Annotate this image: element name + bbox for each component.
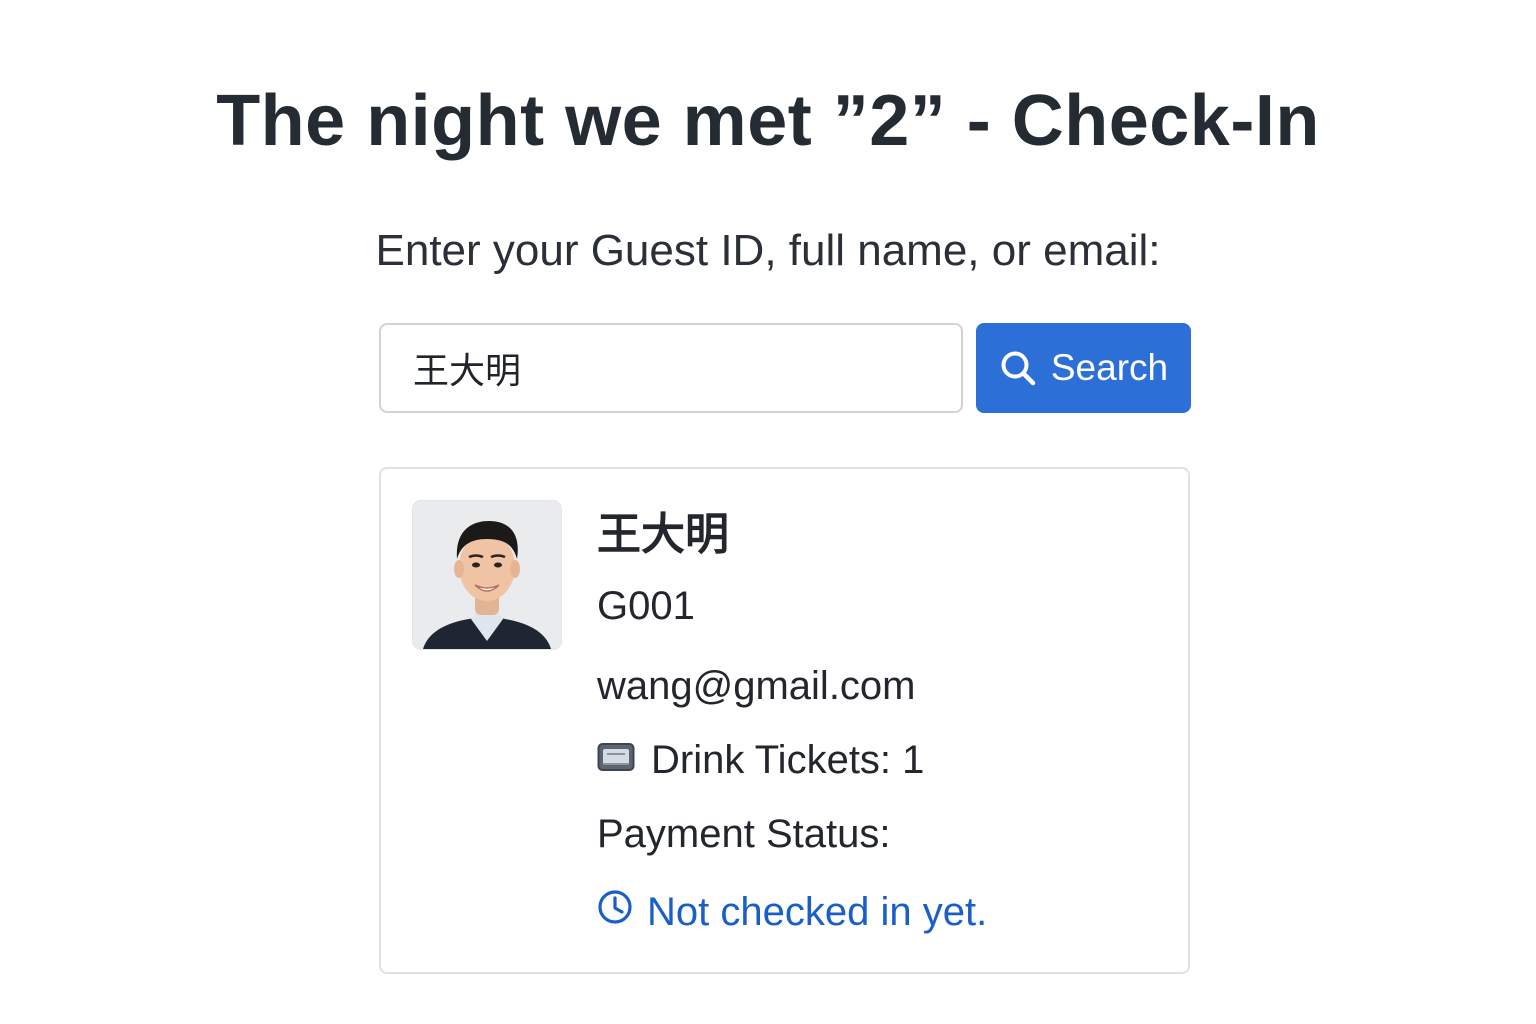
guest-name: 王大明: [597, 509, 729, 560]
guest-card: 王大明 G001 wang@gmail.com Drink Tickets: 1…: [379, 467, 1190, 974]
clock-icon: [597, 887, 633, 937]
ticket-icon: [597, 735, 635, 785]
page-title: The night we met ”2” - Check-In: [216, 81, 1320, 161]
drink-tickets: Drink Tickets: 1: [597, 735, 924, 785]
search-input[interactable]: [379, 323, 963, 413]
search-button[interactable]: Search: [976, 323, 1191, 413]
status-text: Not checked in yet.: [647, 890, 988, 934]
avatar: [413, 501, 561, 649]
guest-email: wang@gmail.com: [597, 664, 916, 708]
search-prompt: Enter your Guest ID, full name, or email…: [375, 226, 1161, 275]
drink-tickets-text: Drink Tickets: 1: [651, 738, 925, 782]
check-in-page: The night we met ”2” - Check-In Enter yo…: [0, 0, 1536, 1024]
search-icon: [999, 349, 1037, 387]
search-button-label: Search: [1050, 347, 1169, 388]
payment-status-label: Payment Status:: [597, 812, 891, 856]
check-in-status: Not checked in yet.: [597, 887, 987, 937]
guest-id: G001: [597, 584, 695, 628]
